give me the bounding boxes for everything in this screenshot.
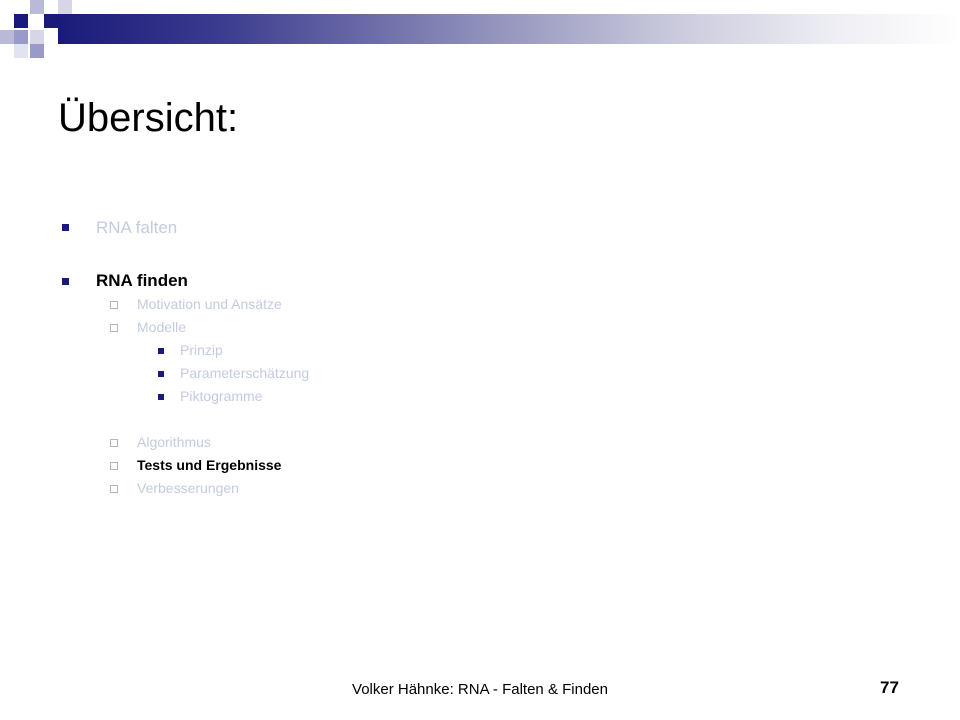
- outline-item-rna-falten: RNA falten: [96, 218, 178, 237]
- bullet-hollow-square-icon: [110, 439, 118, 447]
- outline-item-modelle: Modelle: [137, 319, 187, 335]
- bullet-square-icon: [62, 224, 69, 231]
- outline-item-algorithmus: Algorithmus: [137, 434, 211, 450]
- bullet-square-icon: [158, 394, 164, 400]
- bullet-square-icon: [158, 348, 164, 354]
- outline-item-verbesserungen: Verbesserungen: [137, 480, 239, 496]
- bullet-square-icon: [158, 371, 164, 377]
- bullet-hollow-square-icon: [110, 324, 118, 332]
- outline-item-tests: Tests und Ergebnisse: [137, 457, 282, 473]
- outline-item-motivation: Motivation und Ansätze: [137, 296, 282, 312]
- bullet-square-icon: [62, 278, 69, 285]
- bullet-hollow-square-icon: [110, 301, 118, 309]
- outline-item-rna-finden: RNA finden: [96, 271, 188, 290]
- outline-item-piktogramme: Piktogramme: [180, 388, 263, 404]
- outline-item-prinzip: Prinzip: [180, 342, 223, 358]
- slide-outline: RNA falten RNA finden Motivation und Ans…: [0, 0, 960, 720]
- page-number: 77: [880, 678, 899, 697]
- outline-item-parameterschaetzung: Parameterschätzung: [180, 365, 310, 381]
- bullet-hollow-square-icon: [110, 485, 118, 493]
- bullet-hollow-square-icon: [110, 462, 118, 470]
- slide-footer: Volker Hähnke: RNA - Falten & Finden: [352, 681, 608, 698]
